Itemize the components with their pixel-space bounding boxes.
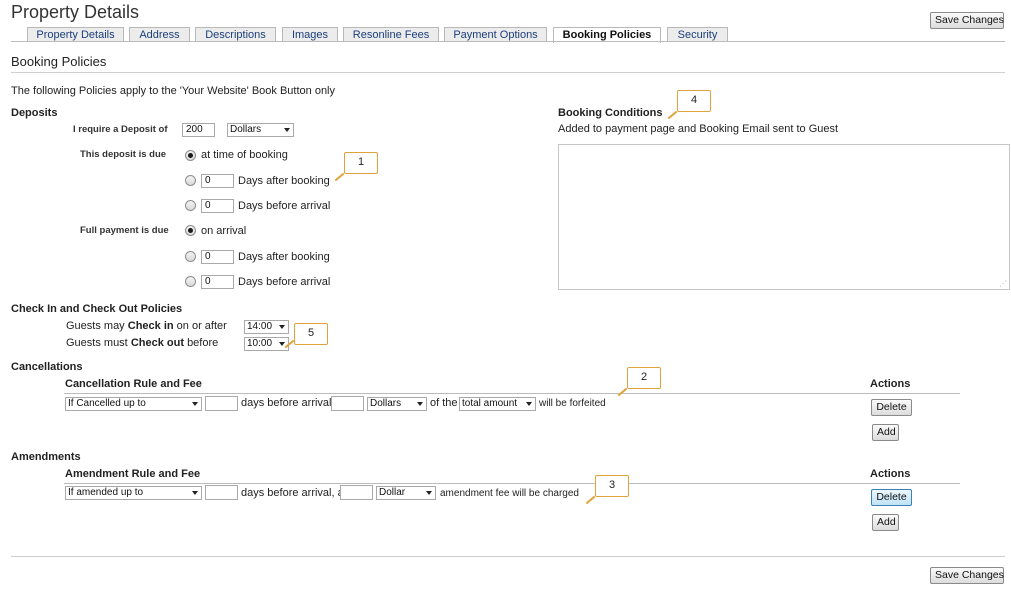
cancellation-add-button[interactable]: Add — [872, 424, 899, 441]
amendment-currency-select[interactable]: Dollar — [376, 486, 436, 500]
deposit-amount-input[interactable]: 200 — [182, 123, 215, 137]
amendment-actions-header: Actions — [870, 468, 911, 480]
cancellations-heading: Cancellations — [11, 361, 83, 373]
cancellation-of-the-text: of the — [430, 397, 458, 409]
amendment-delete-button[interactable]: Delete — [871, 489, 912, 506]
chevron-down-icon — [526, 402, 532, 406]
section-title: Booking Policies — [11, 54, 107, 69]
full-payment-on-arrival-label: on arrival — [201, 225, 247, 237]
cancellation-currency-value: Dollars — [370, 398, 402, 409]
booking-conditions-textarea[interactable]: ⋰ — [558, 144, 1010, 290]
amendment-days-text: days before arrival, a — [241, 487, 344, 499]
cancellation-rule-header: Cancellation Rule and Fee — [65, 378, 202, 390]
cancellation-days-text: days before arrival, — [241, 397, 335, 409]
full-payment-before-arrival-radio[interactable] — [185, 276, 196, 287]
checkin-time-select[interactable]: 14:00 — [244, 320, 289, 334]
amendment-currency-value: Dollar — [379, 487, 406, 498]
cancellation-tail-text: will be forfeited — [539, 398, 606, 409]
tab-property-details[interactable]: Property Details — [27, 27, 124, 42]
footer-divider — [11, 556, 1005, 557]
chevron-down-icon — [279, 325, 285, 329]
save-changes-button-top[interactable]: Save Changes — [930, 12, 1004, 29]
callout-3: 3 — [595, 475, 629, 497]
deposit-amount-label: I require a Deposit of — [73, 124, 168, 135]
cancellation-days-input[interactable] — [205, 396, 238, 411]
amendment-fee-input[interactable] — [340, 485, 373, 500]
checkin-time-value: 14:00 — [247, 321, 273, 332]
deposit-due-before-arrival-radio[interactable] — [185, 200, 196, 211]
cancellation-basis-select[interactable]: total amount — [459, 397, 536, 411]
callout-3-pointer — [585, 495, 596, 505]
callout-1: 1 — [344, 152, 378, 174]
amendment-rule-value: If amended up to — [68, 487, 144, 498]
deposit-due-at-booking-label: at time of booking — [201, 149, 288, 161]
full-payment-on-arrival-radio[interactable] — [185, 225, 196, 236]
amendment-rule-header: Amendment Rule and Fee — [65, 468, 201, 480]
deposit-days-after-booking-label: Days after booking — [238, 175, 330, 187]
tab-security[interactable]: Security — [667, 27, 728, 42]
chevron-down-icon — [284, 128, 290, 132]
callout-4-pointer — [667, 110, 678, 120]
deposits-heading: Deposits — [11, 107, 58, 119]
chevron-down-icon — [417, 402, 423, 406]
booking-conditions-heading: Booking Conditions — [558, 107, 663, 119]
deposit-days-before-arrival-input[interactable]: 0 — [201, 199, 234, 213]
deposit-days-before-arrival-label: Days before arrival — [238, 200, 331, 212]
deposit-currency-value: Dollars — [230, 124, 262, 135]
resize-grip-icon[interactable]: ⋰ — [999, 279, 1007, 288]
cancellation-delete-button[interactable]: Delete — [871, 399, 912, 416]
tab-payment-options[interactable]: Payment Options — [444, 27, 547, 42]
checkinout-heading: Check In and Check Out Policies — [11, 303, 183, 315]
chevron-down-icon — [192, 402, 198, 406]
checkout-label: Guests must Check out before — [66, 337, 219, 349]
chevron-down-icon — [192, 491, 198, 495]
checkout-time-select[interactable]: 10:00 — [244, 337, 289, 351]
checkin-label: Guests may Check in on or after — [66, 320, 227, 332]
callout-2: 2 — [627, 367, 661, 389]
chevron-down-icon — [279, 342, 285, 346]
full-payment-days-before-arrival-label: Days before arrival — [238, 276, 331, 288]
full-payment-days-before-arrival-input[interactable]: 0 — [201, 275, 234, 289]
deposit-days-after-booking-input[interactable]: 0 — [201, 174, 234, 188]
deposit-due-at-booking-radio[interactable] — [185, 150, 196, 161]
cancellation-currency-select[interactable]: Dollars — [367, 397, 427, 411]
callout-1-pointer — [334, 172, 345, 182]
cancellation-basis-value: total amount — [462, 398, 518, 409]
save-changes-button-bottom[interactable]: Save Changes — [930, 567, 1004, 584]
cancellation-header-divider — [64, 393, 960, 394]
page-title: Property Details — [11, 2, 140, 22]
amendments-heading: Amendments — [11, 451, 81, 463]
amendment-header-divider — [64, 483, 960, 484]
tab-address[interactable]: Address — [129, 27, 190, 42]
amendment-days-input[interactable] — [205, 485, 238, 500]
cancellation-rule-value: If Cancelled up to — [68, 398, 146, 409]
cancellation-fee-input[interactable] — [331, 396, 364, 411]
full-payment-label: Full payment is due — [80, 225, 169, 236]
full-payment-days-after-booking-input[interactable]: 0 — [201, 250, 234, 264]
section-divider — [11, 72, 1005, 73]
tab-images[interactable]: Images — [282, 27, 338, 42]
cancellation-rule-select[interactable]: If Cancelled up to — [65, 397, 202, 411]
deposit-due-after-booking-radio[interactable] — [185, 175, 196, 186]
amendment-add-button[interactable]: Add — [872, 514, 899, 531]
full-payment-after-booking-radio[interactable] — [185, 251, 196, 262]
callout-2-pointer — [617, 387, 628, 397]
checkout-time-value: 10:00 — [247, 338, 273, 349]
cancellation-actions-header: Actions — [870, 378, 911, 390]
callout-5: 5 — [294, 323, 328, 345]
chevron-down-icon — [426, 491, 432, 495]
booking-conditions-description: Added to payment page and Booking Email … — [558, 123, 839, 135]
deposit-due-label: This deposit is due — [80, 149, 167, 160]
deposit-currency-select[interactable]: Dollars — [227, 123, 294, 137]
policies-intro: The following Policies apply to the 'You… — [11, 85, 336, 97]
tabbar-divider — [11, 41, 1005, 42]
full-payment-days-after-booking-label: Days after booking — [238, 251, 330, 263]
tab-resonline-fees[interactable]: Resonline Fees — [343, 27, 439, 42]
tab-descriptions[interactable]: Descriptions — [195, 27, 276, 42]
callout-4: 4 — [677, 90, 711, 112]
amendment-rule-select[interactable]: If amended up to — [65, 486, 202, 500]
amendment-tail-text: amendment fee will be charged — [440, 488, 579, 499]
